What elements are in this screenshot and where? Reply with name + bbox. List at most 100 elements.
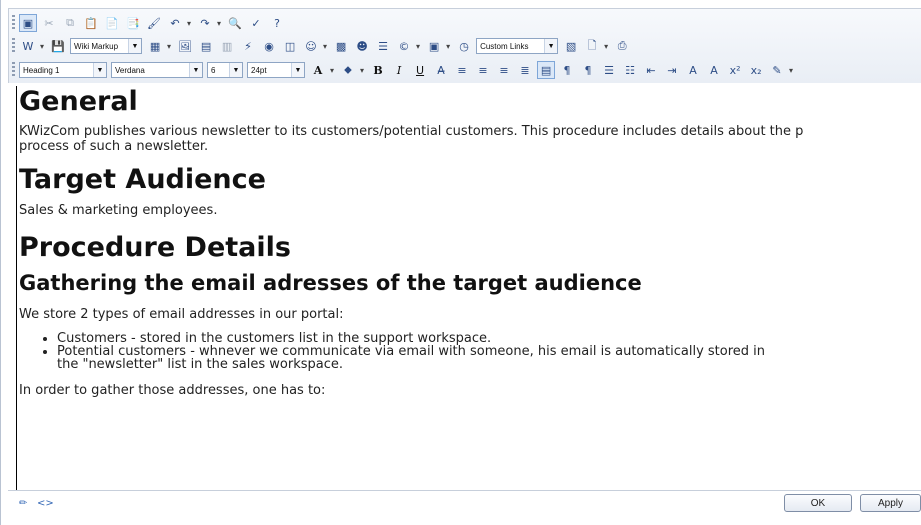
editor-toolbar: ▣ ✂ ⧉ 📋 📄 📑 🖌 ↶ ▾ ↷ ▾ 🔍 ✓ ? W ▾ 💾 Wiki Mark… <box>8 8 921 83</box>
symbol-dropdown-icon[interactable]: ▾ <box>416 42 420 51</box>
image-gallery-icon[interactable]: ▤ <box>197 37 215 55</box>
clean-format-icon[interactable]: ✎ <box>768 61 786 79</box>
template-icon[interactable]: ▣ <box>425 37 443 55</box>
table-dropdown-icon[interactable]: ▾ <box>167 42 171 51</box>
indent-icon[interactable]: ⇥ <box>663 61 681 79</box>
list-item-continuation: the "newsletter" list in the sales works… <box>57 357 344 372</box>
chevron-down-icon: ▼ <box>93 63 106 77</box>
wiki-icon[interactable]: W <box>19 37 37 55</box>
redo-dropdown-icon[interactable]: ▾ <box>217 19 221 28</box>
page-icon[interactable]: 🗋 <box>583 37 601 55</box>
list-item: Potential customers - whnever we communi… <box>57 345 921 371</box>
strikethrough-icon[interactable]: A̶ <box>432 61 450 79</box>
save-icon[interactable]: 💾 <box>49 37 67 55</box>
symbol-icon[interactable]: © <box>395 37 413 55</box>
chevron-down-icon: ▼ <box>229 63 242 77</box>
align-full-icon[interactable]: ▤ <box>537 61 556 79</box>
paste-word-icon[interactable]: 📑 <box>124 14 142 32</box>
apply-button[interactable]: Apply <box>860 494 921 512</box>
text-size-a-icon[interactable]: A <box>684 61 702 79</box>
help-icon[interactable]: ? <box>268 14 286 32</box>
italic-icon[interactable]: I <box>390 61 408 79</box>
chevron-down-icon: ▼ <box>128 39 142 53</box>
font-color-icon[interactable]: A <box>309 61 327 79</box>
align-right-icon[interactable]: ≡ <box>495 61 513 79</box>
subscript-icon[interactable]: x₂ <box>747 61 765 79</box>
target-heading: Target Audience <box>19 164 266 195</box>
format-painter-icon[interactable]: 🖌 <box>145 14 163 32</box>
highlight-dropdown-icon[interactable]: ▾ <box>360 66 364 75</box>
paste-icon[interactable]: 📋 <box>82 14 100 32</box>
clean-format-dropdown-icon[interactable]: ▾ <box>789 66 793 75</box>
link-icon[interactable]: ◉ <box>260 37 278 55</box>
custom-links-select[interactable]: Custom Links ▼ <box>476 38 559 54</box>
undo-dropdown-icon[interactable]: ▾ <box>187 19 191 28</box>
gathering-heading: Gathering the email adresses of the targ… <box>19 271 642 295</box>
bold-icon[interactable]: B <box>369 61 387 79</box>
style-select[interactable]: Heading 1 ▼ <box>19 62 107 78</box>
image-icon[interactable]: 🖼 <box>176 37 194 55</box>
style-select-value: Heading 1 <box>23 65 60 75</box>
ltr-icon[interactable]: ¶ <box>558 61 576 79</box>
print-icon[interactable]: ⎙ <box>613 37 631 55</box>
text-size-b-icon[interactable]: A <box>705 61 723 79</box>
ok-button[interactable]: OK <box>784 494 852 512</box>
chevron-down-icon: ▼ <box>544 39 558 53</box>
toolbar-row-1: ▣ ✂ ⧉ 📋 📄 📑 🖌 ↶ ▾ ↷ ▾ 🔍 ✓ ? <box>9 11 289 35</box>
markup-select[interactable]: Wiki Markup ▼ <box>70 38 143 54</box>
smiley-icon[interactable]: ☺ <box>302 37 320 55</box>
align-center-icon[interactable]: ≡ <box>474 61 492 79</box>
wiki-dropdown-icon[interactable]: ▾ <box>40 42 44 51</box>
font-color-dropdown-icon[interactable]: ▾ <box>330 66 334 75</box>
document-icon[interactable]: ◫ <box>281 37 299 55</box>
html-source-icon[interactable]: <> <box>37 498 54 509</box>
general-text-line2: process of such a newsletter. <box>19 139 209 154</box>
media-icon[interactable]: ▥ <box>218 37 236 55</box>
underline-icon[interactable]: U <box>411 61 429 79</box>
paste-text-icon[interactable]: 📄 <box>103 14 121 32</box>
undo-icon[interactable]: ↶ <box>166 14 184 32</box>
snippet-icon[interactable]: ▧ <box>562 37 580 55</box>
smiley-dropdown-icon[interactable]: ▾ <box>323 42 327 51</box>
page-dropdown-icon[interactable]: ▾ <box>604 42 608 51</box>
numbered-list-icon[interactable]: ☰ <box>600 61 618 79</box>
target-text: Sales & marketing employees. <box>19 203 218 218</box>
toolbar-grip <box>12 15 15 31</box>
redo-icon[interactable]: ↷ <box>196 14 214 32</box>
list-icon[interactable]: ☰ <box>374 37 392 55</box>
custom-links-select-value: Custom Links <box>480 41 529 51</box>
font-select-value: Verdana <box>115 65 145 75</box>
address-list: Customers - stored in the customers list… <box>19 332 921 371</box>
spellcheck-icon[interactable]: ✓ <box>247 14 265 32</box>
cut-icon[interactable]: ✂ <box>40 14 58 32</box>
preview-icon[interactable]: ▣ <box>19 14 37 32</box>
pencil-icon[interactable]: ✏ <box>19 498 27 509</box>
bullet-list-icon[interactable]: ☷ <box>621 61 639 79</box>
template-dropdown-icon[interactable]: ▾ <box>446 42 450 51</box>
toolbar-row-3: Heading 1 ▼ Verdana ▼ 6 ▼ 24pt ▼ A ▾ ⬥ ▾ B I U… <box>9 58 798 82</box>
flash-icon[interactable]: ⚡ <box>239 37 257 55</box>
find-icon[interactable]: 🔍 <box>226 14 244 32</box>
toolbar-grip <box>12 62 15 78</box>
outdent-icon[interactable]: ⇤ <box>642 61 660 79</box>
rtl-icon[interactable]: ¶ <box>579 61 597 79</box>
chart-icon[interactable]: ▩ <box>332 37 350 55</box>
editor-content[interactable]: General KWizCom publishes various newsle… <box>16 86 921 490</box>
user-icon[interactable]: ☻ <box>353 37 371 55</box>
store-text: We store 2 types of email addresses in o… <box>19 307 344 322</box>
superscript-icon[interactable]: x² <box>726 61 744 79</box>
size-select[interactable]: 6 ▼ <box>207 62 243 78</box>
font-select[interactable]: Verdana ▼ <box>111 62 203 78</box>
copy-icon[interactable]: ⧉ <box>61 14 79 32</box>
point-select[interactable]: 24pt ▼ <box>247 62 305 78</box>
align-justify-icon[interactable]: ≣ <box>516 61 534 79</box>
general-text-line1: KWizCom publishes various newsletter to … <box>19 124 804 139</box>
editor-footer: ✏ <> OK Apply <box>8 490 921 517</box>
toolbar-row-2: W ▾ 💾 Wiki Markup ▼ ▦ ▾ 🖼 ▤ ▥ ⚡ ◉ ◫ ☺ ▾ ▩ ☻ … <box>9 34 634 58</box>
procedure-heading: Procedure Details <box>19 232 291 263</box>
table-icon[interactable]: ▦ <box>146 37 164 55</box>
highlight-icon[interactable]: ⬥ <box>339 61 357 79</box>
markup-select-value: Wiki Markup <box>74 41 119 51</box>
align-left-icon[interactable]: ≡ <box>453 61 471 79</box>
clock-icon[interactable]: ◷ <box>455 37 473 55</box>
